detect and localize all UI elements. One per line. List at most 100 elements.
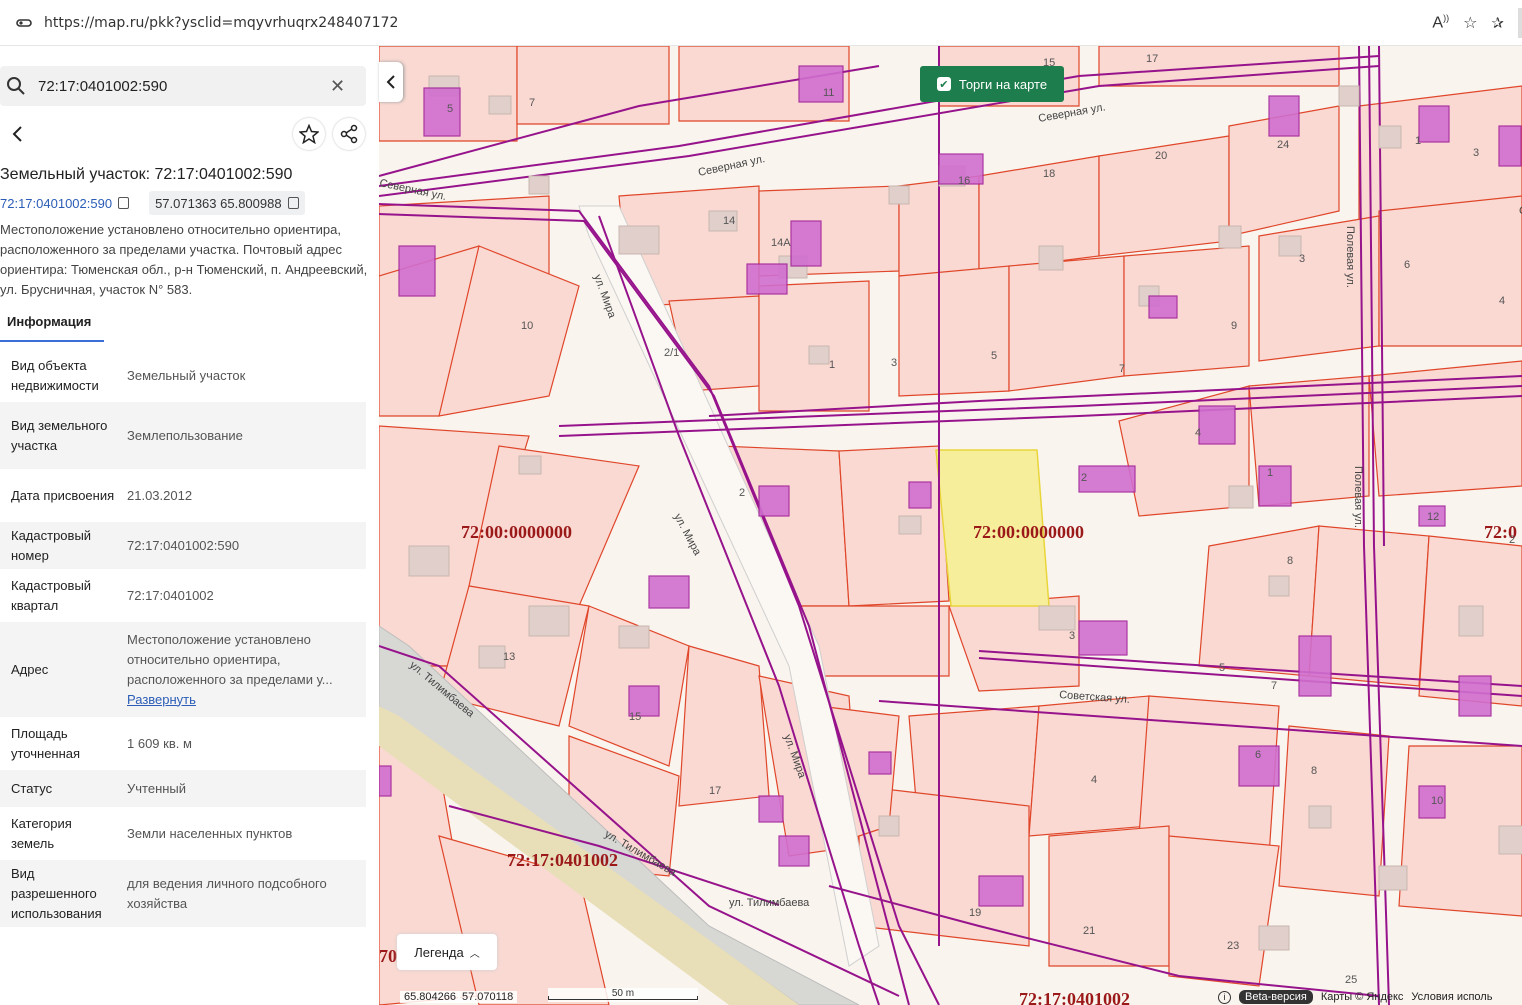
building-highlighted bbox=[1198, 405, 1236, 445]
attribute-key: Вид земельного участка bbox=[11, 417, 108, 453]
house-number-label: 23 bbox=[1227, 940, 1239, 952]
building bbox=[1338, 85, 1360, 107]
attribute-value: Земли населенных пунктов bbox=[116, 824, 366, 844]
house-number-label: 5 bbox=[991, 350, 997, 362]
cadastral-block-label: 72:00:0000000 bbox=[973, 522, 1084, 542]
building-highlighted bbox=[746, 263, 788, 295]
attribute-value: 72:17:0401002:590 bbox=[116, 536, 366, 556]
collapse-panel-button[interactable] bbox=[379, 62, 403, 102]
building-highlighted bbox=[758, 485, 790, 517]
url-text[interactable]: https://map.ru/pkk?ysclid=mqyvrhuqrx2484… bbox=[44, 15, 398, 31]
location-description: Местоположение установлено относительно … bbox=[0, 222, 368, 297]
land-parcel bbox=[516, 46, 670, 125]
cursor-latitude: 57.070118 bbox=[458, 990, 518, 1003]
auction-toggle-button[interactable]: ✔ Торги на карте bbox=[920, 66, 1064, 102]
search-input[interactable] bbox=[38, 77, 318, 95]
map-layer[interactable]: 72:00:0000000 72:00:0000000 72:17:0401002 7… bbox=[379, 46, 1522, 1005]
building bbox=[488, 95, 512, 115]
building bbox=[478, 645, 506, 669]
attribute-key: Вид объекта недвижимости bbox=[11, 357, 99, 393]
house-number-label: 5 bbox=[447, 103, 453, 115]
back-arrow-icon[interactable] bbox=[6, 122, 30, 146]
browser-favorites-icon[interactable]: ✰ bbox=[1491, 14, 1504, 32]
house-number-label: 4 bbox=[1091, 774, 1097, 786]
house-number-label: 10 bbox=[1431, 795, 1443, 807]
house-number-label: 20 bbox=[1155, 150, 1167, 162]
site-info-icon[interactable] bbox=[12, 11, 36, 35]
coordinates-chip[interactable]: 57.071363 65.800988 bbox=[149, 191, 305, 215]
address-bar[interactable]: https://map.ru/pkk?ysclid=mqyvrhuqrx2484… bbox=[4, 6, 1432, 40]
land-parcel bbox=[1028, 695, 1150, 837]
house-number-label: 12 bbox=[1427, 511, 1439, 523]
coordinates-text: 57.071363 65.800988 bbox=[155, 195, 282, 211]
house-number-label: 18 bbox=[1043, 168, 1055, 180]
copy-icon[interactable] bbox=[118, 197, 130, 209]
legend-button[interactable]: Легенда ︿ bbox=[397, 934, 497, 970]
attribute-value-text: 72:17:0401002 bbox=[127, 587, 214, 603]
read-aloud-icon[interactable]: A)) bbox=[1432, 13, 1449, 32]
house-number-label: 14А bbox=[771, 237, 791, 249]
building bbox=[1228, 485, 1254, 509]
chevron-left-icon bbox=[386, 75, 395, 89]
house-number-label: 6 bbox=[1255, 749, 1261, 761]
land-parcel bbox=[678, 645, 770, 807]
attribute-value-text: Местоположение установлено относительно … bbox=[127, 631, 333, 687]
terms-link[interactable]: Условия исполь bbox=[1411, 991, 1492, 1003]
building bbox=[528, 175, 550, 195]
building-highlighted bbox=[379, 765, 392, 797]
attribute-value: Учтенный bbox=[116, 779, 366, 799]
land-parcel bbox=[1008, 255, 1125, 392]
house-number-label: 7 bbox=[1271, 680, 1277, 692]
house-number-label: 21 bbox=[1083, 925, 1095, 937]
cadastral-number-link[interactable]: 72:17:0401002:590 bbox=[0, 196, 112, 211]
house-number-label: 8 bbox=[1287, 555, 1293, 567]
house-number-label: 2 bbox=[1081, 472, 1087, 484]
attribute-value-text: для ведения личного подсобного хозяйства bbox=[127, 875, 327, 911]
building bbox=[1038, 245, 1064, 271]
map-attribution: i Beta-версия Карты © Яндекс Условия исп… bbox=[1218, 989, 1492, 1005]
building-highlighted bbox=[1078, 620, 1128, 656]
attribute-value: Землепользование bbox=[116, 426, 366, 446]
attribute-key: Статус bbox=[11, 780, 53, 796]
map-canvas[interactable]: 72:00:0000000 72:00:0000000 72:17:0401002 7… bbox=[379, 46, 1522, 1005]
building bbox=[528, 605, 570, 637]
building-highlighted bbox=[798, 65, 844, 103]
clear-search-icon[interactable]: ✕ bbox=[330, 76, 345, 97]
building-highlighted bbox=[1418, 105, 1450, 143]
building bbox=[1278, 235, 1302, 257]
attribute-value: Земельный участок bbox=[116, 366, 366, 386]
beta-badge: Beta-версия bbox=[1239, 990, 1313, 1004]
building-highlighted bbox=[1078, 465, 1136, 493]
copy-icon[interactable] bbox=[287, 197, 299, 209]
building-highlighted bbox=[423, 87, 461, 137]
attribute-value: 72:17:0401002 bbox=[116, 586, 366, 606]
checkbox-checked-icon[interactable]: ✔ bbox=[936, 77, 951, 91]
info-icon[interactable]: i bbox=[1218, 990, 1231, 1004]
legend-label: Легенда bbox=[414, 944, 464, 960]
building-highlighted bbox=[908, 481, 932, 509]
house-number-label: 3 bbox=[1299, 253, 1305, 265]
attribute-value-text: 1 609 кв. м bbox=[127, 735, 192, 751]
attribution-text[interactable]: Карты © Яндекс bbox=[1321, 991, 1404, 1003]
auction-label: Торги на карте bbox=[958, 76, 1048, 92]
house-number-label: 3 bbox=[1069, 630, 1075, 642]
attribute-row: Категория земель Земли населенных пунктов bbox=[0, 810, 366, 860]
building-highlighted bbox=[1258, 465, 1292, 507]
building-highlighted bbox=[790, 220, 822, 267]
cadastral-number-chip[interactable]: 72:17:0401002:590 bbox=[0, 191, 135, 215]
street-label: ул. Тилимбаева bbox=[729, 897, 810, 909]
house-number-label: 17 bbox=[709, 785, 721, 797]
bookmark-button[interactable] bbox=[293, 118, 325, 150]
cadastral-block-label: 72:17:0401002 bbox=[507, 850, 618, 870]
attribute-row: Статус Учтенный bbox=[0, 770, 366, 810]
building bbox=[1218, 225, 1242, 249]
browser-toolbar: https://map.ru/pkk?ysclid=mqyvrhuqrx2484… bbox=[0, 0, 1522, 46]
street-label: Полевая ул. bbox=[1352, 466, 1364, 528]
house-number-label: 6 bbox=[1404, 259, 1410, 271]
share-button[interactable] bbox=[333, 118, 365, 150]
expand-address-link[interactable]: Развернуть bbox=[127, 690, 366, 710]
favorite-star-icon[interactable]: ☆ bbox=[1463, 13, 1477, 33]
attribute-value-text: 72:17:0401002:590 bbox=[127, 537, 240, 553]
building bbox=[618, 625, 650, 649]
tab-information[interactable]: Информация bbox=[0, 308, 104, 342]
